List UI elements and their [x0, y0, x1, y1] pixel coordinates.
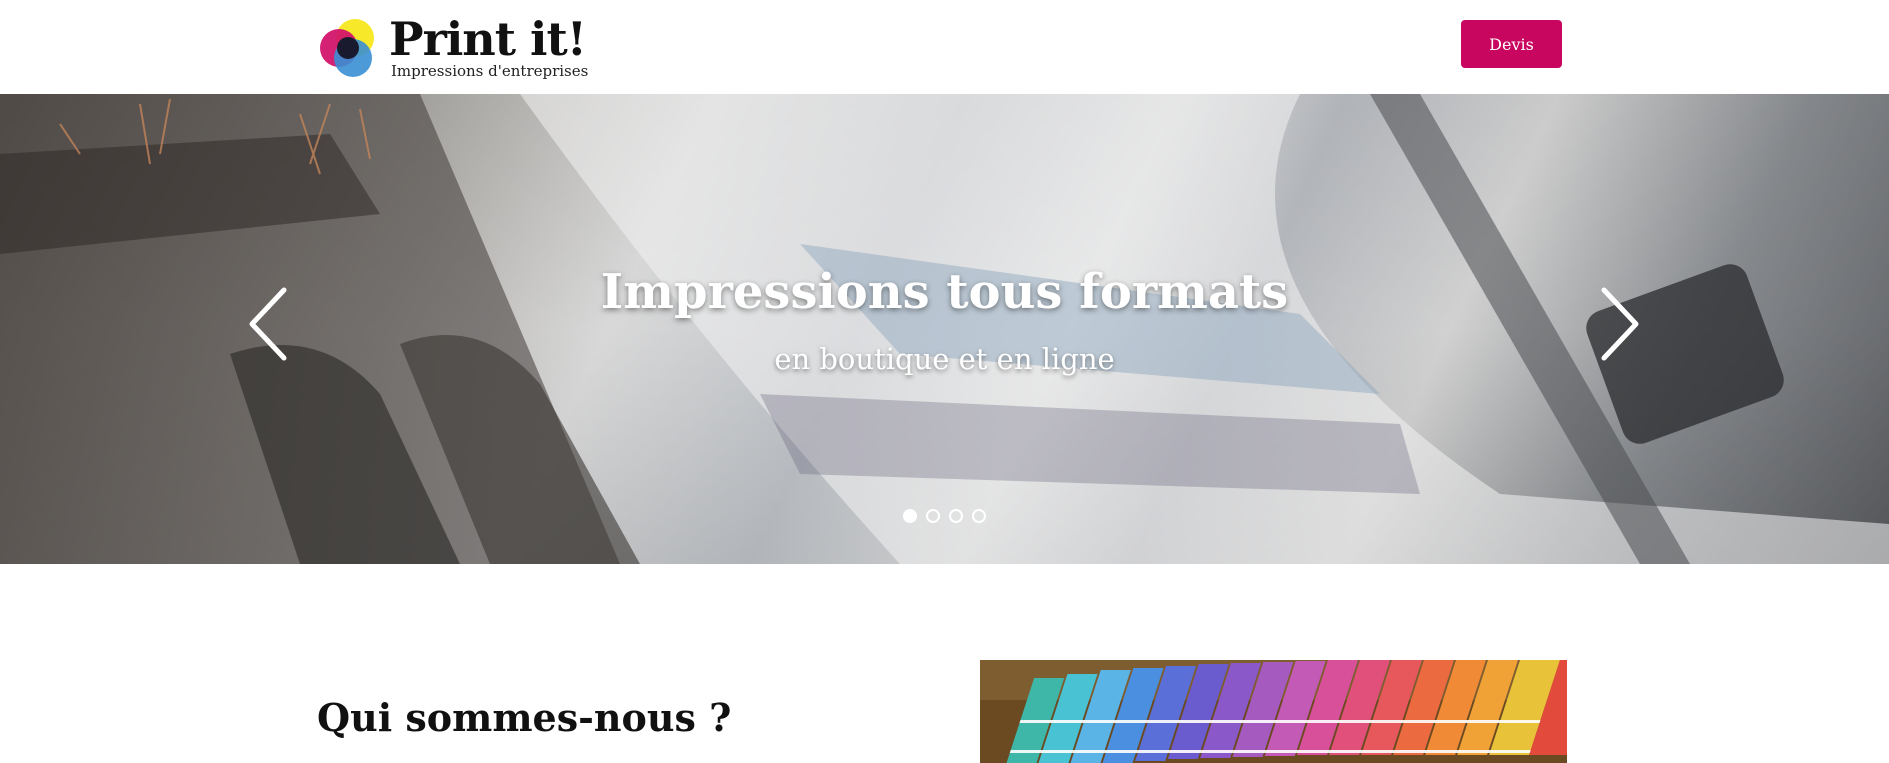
color-swatches-image — [980, 660, 1567, 763]
chevron-right-icon — [1601, 287, 1639, 361]
carousel-prev-button[interactable] — [244, 284, 294, 364]
carousel-indicators — [0, 509, 1889, 523]
about-section-title: Qui sommes-nous ? — [317, 695, 732, 740]
chevron-left-icon — [249, 287, 287, 361]
carousel-dot-2[interactable] — [926, 509, 940, 523]
devis-button[interactable]: Devis — [1461, 20, 1562, 68]
cmyk-circles-icon — [320, 19, 374, 77]
logo-subtitle: Impressions d'entreprises — [391, 62, 589, 80]
logo-title: Print it! — [389, 12, 587, 66]
site-logo[interactable]: Print it! Impressions d'entreprises — [317, 14, 597, 84]
carousel-dot-4[interactable] — [972, 509, 986, 523]
carousel-dot-1[interactable] — [903, 509, 917, 523]
carousel-dot-3[interactable] — [949, 509, 963, 523]
carousel-next-button[interactable] — [1594, 284, 1644, 364]
hero-carousel: Impressions tous formats en boutique et … — [0, 94, 1889, 564]
site-header: Print it! Impressions d'entreprises Devi… — [0, 0, 1889, 94]
